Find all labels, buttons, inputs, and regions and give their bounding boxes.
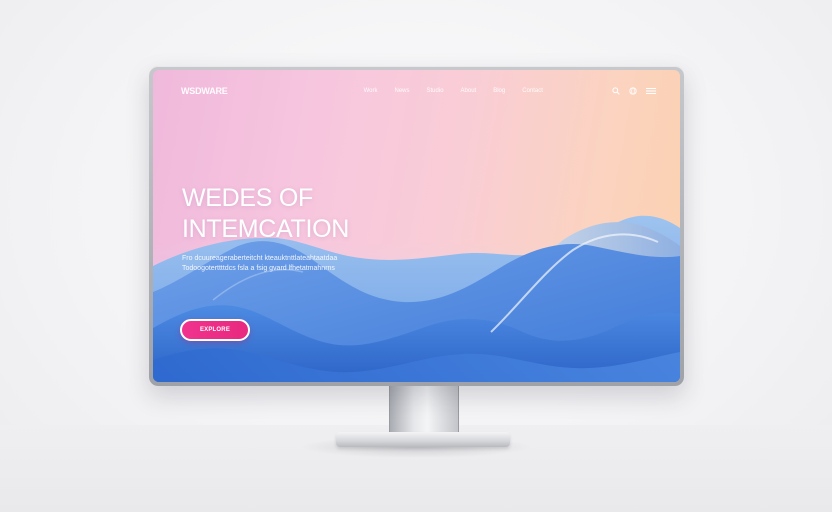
- nav-link-work[interactable]: Work: [364, 88, 378, 94]
- hero-title: WEDES OF INTEMCATION: [182, 183, 349, 245]
- top-navigation: WSDWARE Work News Studio About Blog Cont…: [181, 84, 656, 98]
- search-icon[interactable]: [612, 87, 620, 95]
- nav-link-blog[interactable]: Blog: [493, 88, 505, 94]
- website-screen: WSDWARE Work News Studio About Blog Cont…: [153, 70, 680, 382]
- nav-link-news[interactable]: News: [395, 88, 410, 94]
- globe-icon[interactable]: [629, 87, 637, 95]
- hero-subtitle-line-1: Fro dcuureageraberteitcht kteauktnttlate…: [182, 255, 338, 262]
- hero-title-line-2: INTEMCATION: [182, 215, 350, 243]
- menu-icon[interactable]: [646, 87, 656, 95]
- monitor-bezel: WSDWARE Work News Studio About Blog Cont…: [149, 66, 684, 386]
- hero-title-line-1: WEDES OF: [182, 184, 313, 212]
- nav-link-about[interactable]: About: [461, 88, 477, 94]
- nav-link-contact[interactable]: Contact: [522, 88, 543, 94]
- nav-icon-group: [612, 87, 656, 95]
- site-logo[interactable]: WSDWARE: [181, 86, 228, 96]
- monitor-stand-base: [336, 432, 510, 447]
- nav-links: Work News Studio About Blog Contact: [364, 88, 560, 94]
- monitor-stand-neck: [389, 384, 459, 436]
- hero-subtitle-line-2: Todoogoterttttdcs fsla a fsig gvard lfhe…: [182, 265, 335, 272]
- cta-button[interactable]: EXPLORE: [180, 319, 250, 341]
- nav-link-studio[interactable]: Studio: [427, 88, 444, 94]
- hero-subtitle: Fro dcuureageraberteitcht kteauktnttlate…: [182, 254, 372, 274]
